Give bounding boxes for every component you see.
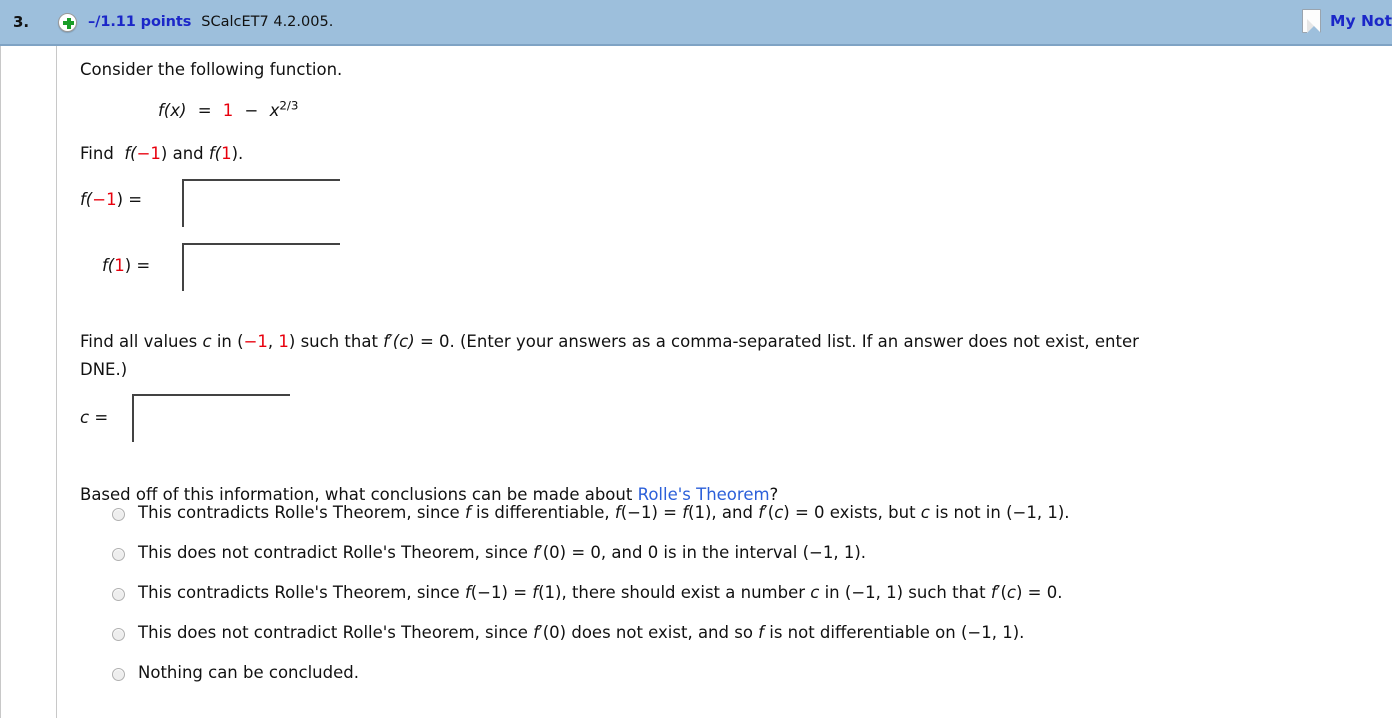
c-question-var: c <box>202 332 212 351</box>
answer1-close: ) = <box>116 190 143 209</box>
c-question-fprime: f′(c) <box>383 332 415 351</box>
c-question-part2: in ( <box>216 332 244 351</box>
radio-option-5[interactable]: Nothing can be concluded. <box>58 662 1392 702</box>
radio-option-1-label: This contradicts Rolle's Theorem, since … <box>138 503 1070 522</box>
c-field-label: c = <box>80 407 108 429</box>
radio-option-5-label: Nothing can be concluded. <box>138 663 359 682</box>
c-question-part1: Find all values <box>80 332 198 351</box>
find-fn-close: ) <box>160 144 168 163</box>
find-fn2-close: ). <box>231 144 244 163</box>
radio-button-icon[interactable] <box>112 628 125 641</box>
c-question-line-1: Find all values c in (−1, 1) such that f… <box>80 331 1139 353</box>
source-reference: SCalcET7 4.2.005. <box>201 14 334 30</box>
c-answer-input[interactable] <box>132 394 290 442</box>
problem-prompt: Consider the following function. <box>80 60 343 79</box>
answer-input-f-neg-one[interactable] <box>182 179 340 227</box>
radio-button-icon[interactable] <box>112 548 125 561</box>
radio-option-3[interactable]: This contradicts Rolle's Theorem, since … <box>58 582 1392 622</box>
c-question-neg-one: −1 <box>243 332 268 351</box>
answer-label-f-one: f(1) = <box>102 255 150 277</box>
radio-option-3-label: This contradicts Rolle's Theorem, since … <box>138 583 1063 602</box>
c-question-one: 1 <box>278 332 289 351</box>
answer-input-f-one[interactable] <box>182 243 340 291</box>
answer-options-list: This contradicts Rolle's Theorem, since … <box>58 502 1392 702</box>
plus-circle-icon[interactable] <box>58 12 77 32</box>
find-neg-one: −1 <box>136 144 161 163</box>
radio-option-2[interactable]: This does not contradict Rolle's Theorem… <box>58 542 1392 582</box>
answer1-open: f( <box>80 190 93 209</box>
my-notes-button[interactable]: My Not <box>1302 9 1392 33</box>
note-page-icon <box>1302 9 1322 33</box>
formula-exponent: 2/3 <box>279 98 299 113</box>
answer2-value: 1 <box>114 256 125 275</box>
my-notes-label: My Not <box>1330 12 1392 30</box>
question-number: 3. <box>13 13 30 31</box>
find-one: 1 <box>221 144 232 163</box>
radio-option-4[interactable]: This does not contradict Rolle's Theorem… <box>58 622 1392 662</box>
find-instruction: Find f(−1) and f(1). <box>80 143 243 165</box>
c-label-text: c = <box>80 408 109 427</box>
question-header-bar: 3. –/1.11 points SCalcET7 4.2.005. My No… <box>0 0 1392 46</box>
formula-minus: − <box>244 101 259 120</box>
formula-base: x <box>269 101 280 120</box>
c-question-comma: , <box>267 332 279 351</box>
left-gutter <box>0 46 57 718</box>
answer2-close: ) = <box>124 256 151 275</box>
find-fn-open: f( <box>124 144 137 163</box>
find-fn2-open: f( <box>208 144 222 163</box>
question-body: Consider the following function. f(x) = … <box>58 46 1392 718</box>
radio-button-icon[interactable] <box>112 668 125 681</box>
radio-option-4-label: This does not contradict Rolle's Theorem… <box>138 623 1025 642</box>
find-and: and <box>172 144 204 163</box>
find-word: Find <box>80 144 114 163</box>
function-formula: f(x) = 1 − x2/3 <box>158 100 299 122</box>
radio-button-icon[interactable] <box>112 508 125 521</box>
formula-term-one: 1 <box>222 101 234 120</box>
answer1-value: −1 <box>92 190 117 209</box>
c-question-part4: = 0. (Enter your answers as a comma-sepa… <box>419 332 1139 351</box>
points-label: –/1.11 points <box>88 14 192 30</box>
answer-label-f-neg-one: f(−1) = <box>80 189 142 211</box>
formula-lhs: f(x) <box>158 101 187 120</box>
radio-button-icon[interactable] <box>112 588 125 601</box>
answer2-open: f( <box>102 256 115 275</box>
c-question-part3: ) such that <box>288 332 378 351</box>
radio-option-1[interactable]: This contradicts Rolle's Theorem, since … <box>58 502 1392 542</box>
radio-option-2-label: This does not contradict Rolle's Theorem… <box>138 543 867 562</box>
formula-equals: = <box>197 101 212 120</box>
c-question-line-2: DNE.) <box>80 360 128 379</box>
